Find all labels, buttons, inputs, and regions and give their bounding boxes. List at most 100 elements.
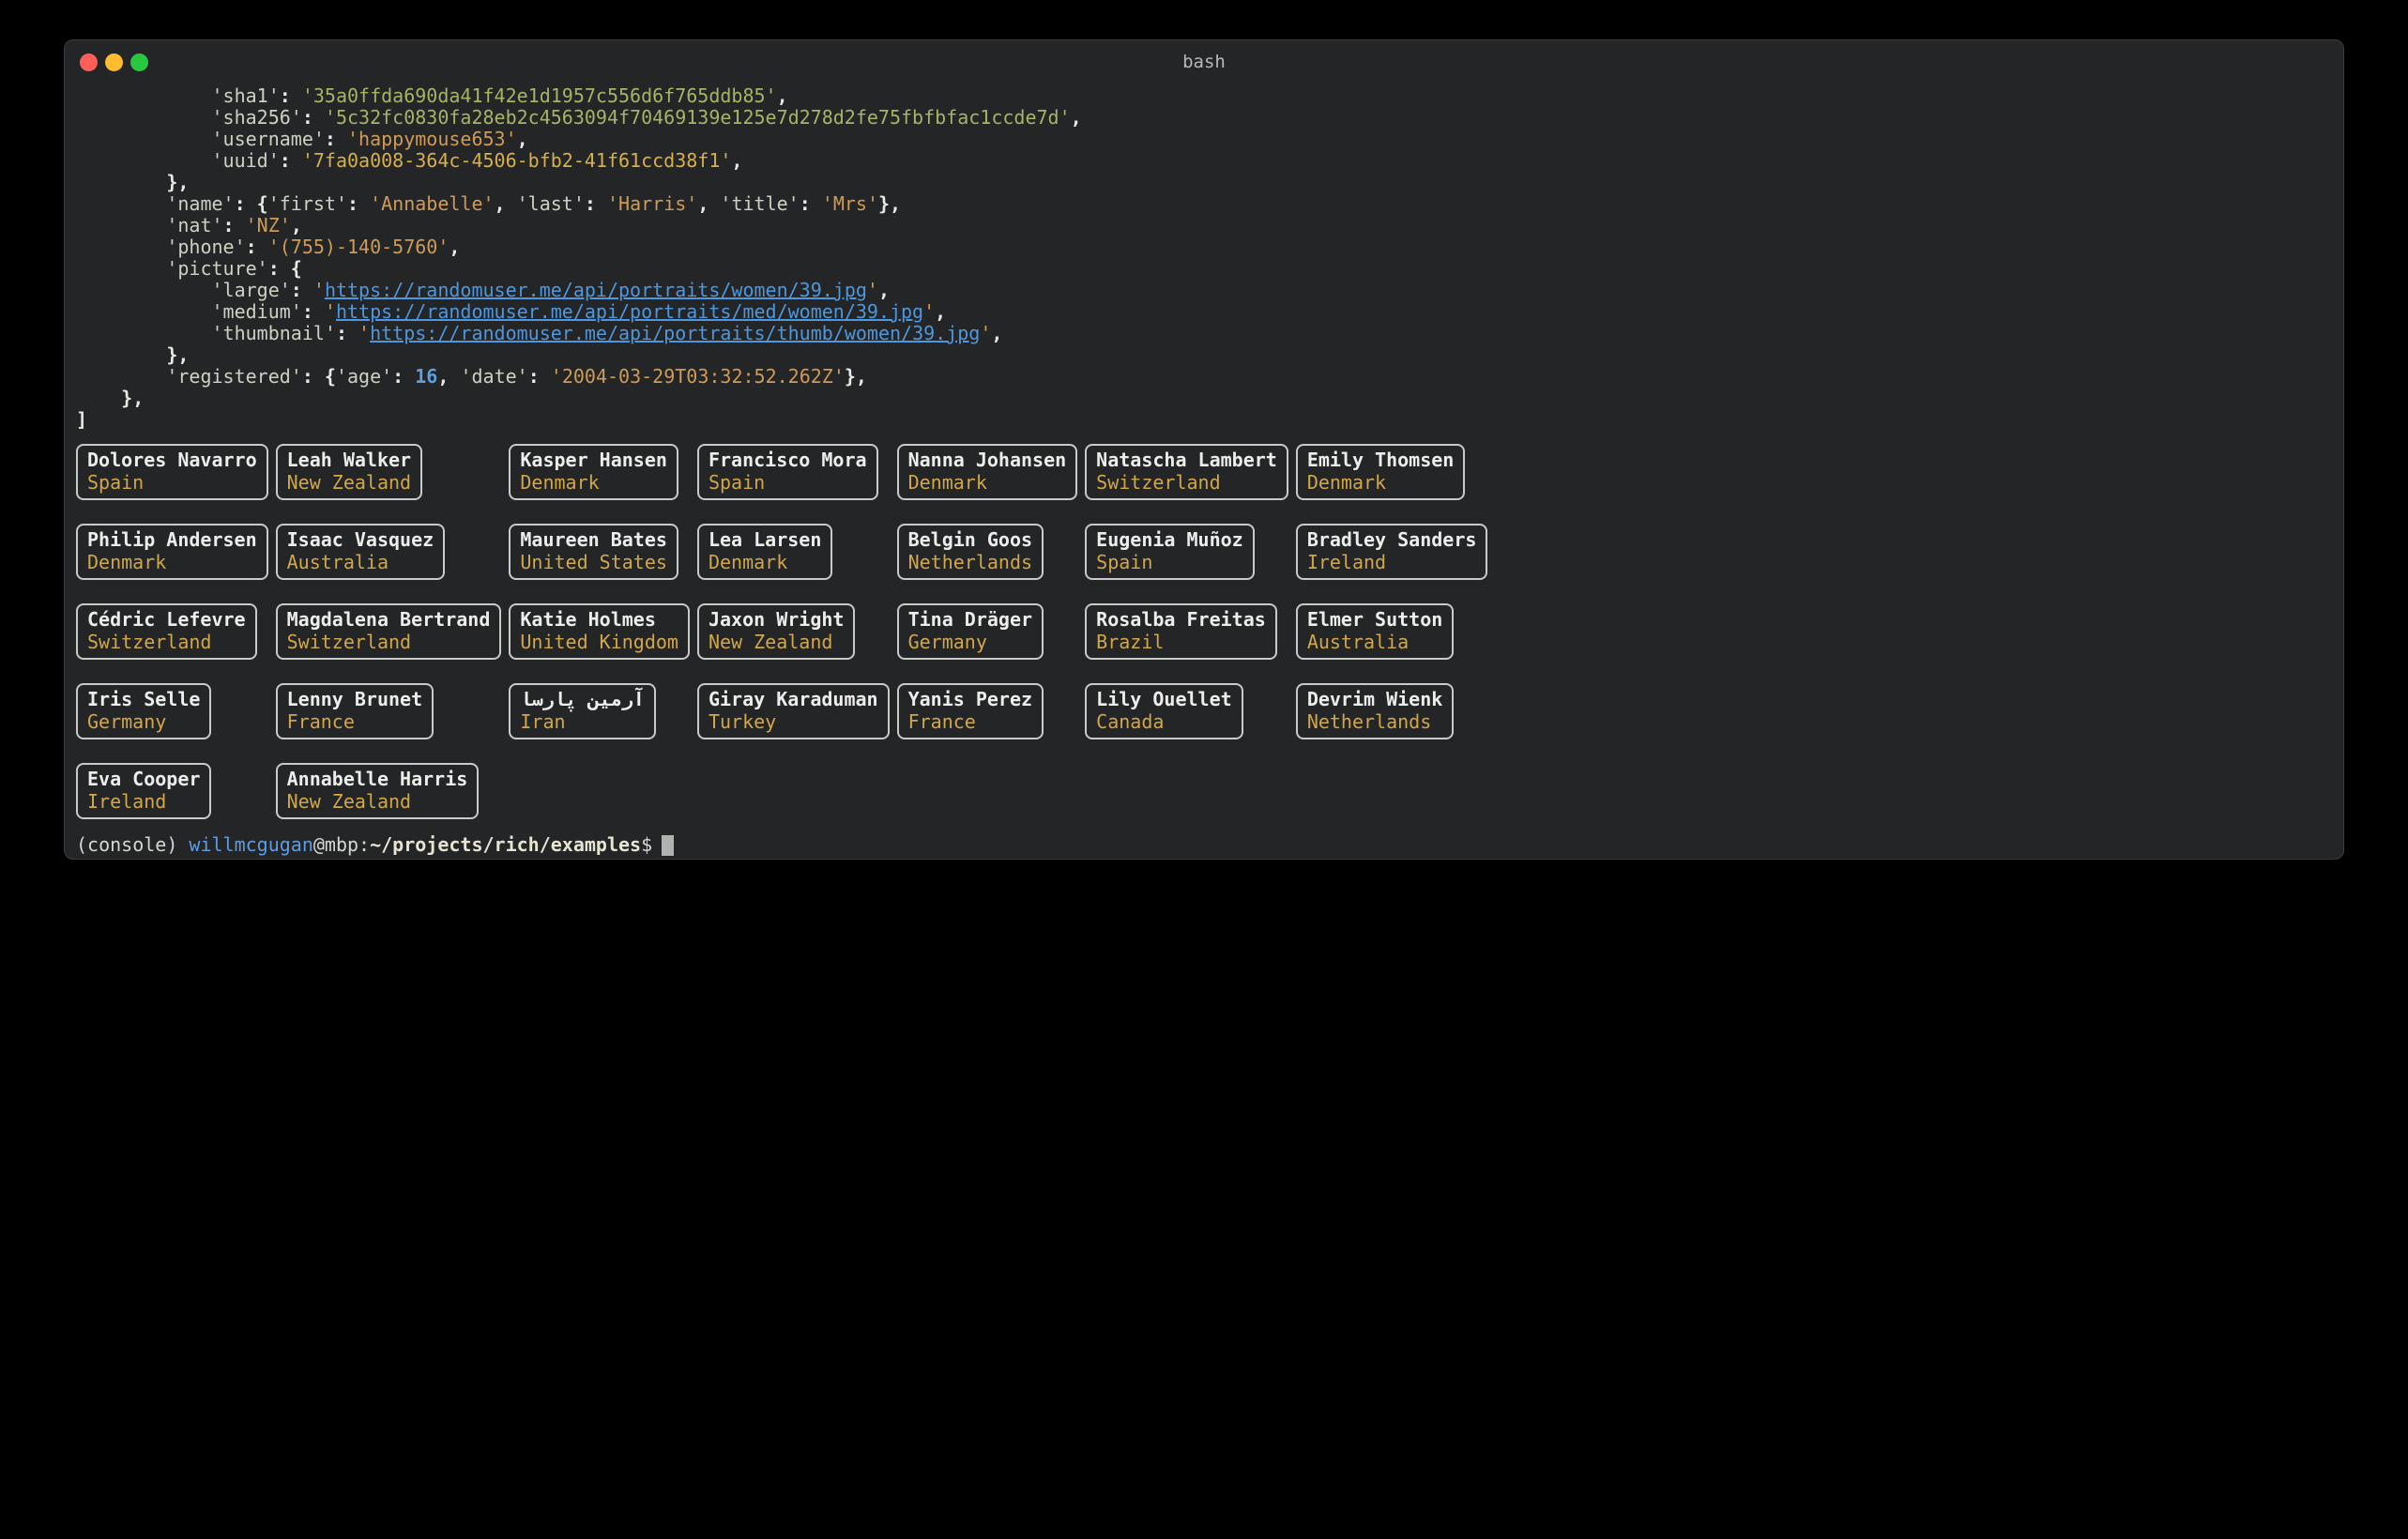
terminal-text-segment: 'thumbnail' [211,322,336,344]
user-panel: Emily Thomsen Denmark [1295,444,1466,500]
terminal-url-link[interactable]: https://randomuser.me/api/portraits/med/… [336,300,923,323]
user-panel: Dolores Navarro Spain [76,444,268,500]
terminal-text-segment: 'username' [211,128,325,150]
terminal-line: }, [76,388,2343,409]
user-panel: Yanis Perez France [896,683,1044,739]
terminal-line: 'username': 'happymouse653', [76,129,2343,150]
terminal-line: 'registered': {'age': 16, 'date': '2004-… [76,366,2343,388]
user-panel: Iris Selle Germany [76,683,212,739]
terminal-line: 'uuid': '7fa0a008-364c-4506-bfb2-41f61cc… [76,150,2343,172]
terminal-text-segment: }, [121,387,145,409]
user-name: Iris Selle [87,688,201,710]
window-title: bash [1182,52,1226,72]
terminal-text-segment: : [245,236,268,258]
user-name: Emily Thomsen [1306,449,1455,471]
user-country: Spain [87,471,145,494]
terminal-text-segment: , [935,300,947,323]
terminal-text-segment: , [437,365,461,388]
terminal-text-segment: , [776,84,788,107]
user-country: Ireland [87,790,167,813]
terminal-line: 'nat': 'NZ', [76,215,2343,236]
terminal-text-segment: '35a0ffda690da41f42e1d1957c556d6f765ddb8… [301,84,777,107]
terminal-text-segment: 16 [415,365,438,388]
terminal-text-segment: }, [166,343,190,366]
user-panel: Tina Dräger Germany [896,603,1044,660]
terminal-text-segment: 'name' [166,192,235,215]
terminal-text-segment: '5c32fc0830fa28eb2c4563094f70469139e125e… [324,106,1071,129]
user-name: Rosalba Freitas [1096,608,1266,631]
terminal-text-segment: 'medium' [211,300,302,323]
terminal-text-segment: 'title' [720,192,800,215]
terminal-text-segment: : { [267,257,302,280]
terminal-url-link[interactable]: https://randomuser.me/api/portraits/thum… [370,322,980,344]
user-country: Netherlands [907,551,1033,573]
terminal-text-segment: : { [301,365,336,388]
user-name: Maureen Bates [520,528,667,551]
terminal-text-segment: : [584,192,607,215]
user-country: Turkey [708,710,777,733]
terminal-url-link[interactable]: https://randomuser.me/api/portraits/wome… [325,279,867,301]
user-country: Canada [1096,710,1165,733]
user-name: Magdalena Bertrand [286,608,491,631]
terminal-text-segment: : [324,128,348,150]
user-panel: Francisco Mora Spain [696,444,878,500]
user-panel: Eva Cooper Ireland [76,763,212,819]
user-country: Germany [87,710,167,733]
terminal-text-segment: , [731,149,743,172]
user-panel: Bradley Sanders Ireland [1295,524,1488,580]
user-panel: Kasper Hansen Denmark [509,444,678,500]
terminal-text-segment: 'NZ' [245,214,291,236]
terminal-text-segment: : [290,279,313,301]
terminal-text-segment: '2004-03-29T03:32:52.262Z' [550,365,845,388]
user-name: Philip Andersen [87,528,257,551]
user-name: Nanna Johansen [907,449,1067,471]
traffic-lights [80,40,148,84]
user-name: آرمین پارسا [520,688,645,710]
user-country: France [907,710,976,733]
user-panel: Philip Andersen Denmark [76,524,268,580]
user-name: Devrim Wienk [1306,688,1443,710]
terminal-window: bash 'sha1': '35a0ffda690da41f42e1d1957c… [64,39,2344,860]
user-name: Katie Holmes [520,608,656,631]
user-name: Giray Karaduman [708,688,878,710]
user-name: Leah Walker [286,449,412,471]
user-country: Ireland [1306,551,1387,573]
user-panel: Lea Larsen Denmark [696,524,833,580]
user-name: Bradley Sanders [1306,528,1477,551]
terminal-text-segment: 'date' [460,365,528,388]
terminal-line: }, [76,172,2343,193]
terminal-text-segment: 'last' [516,192,585,215]
user-name: Natascha Lambert [1096,449,1277,471]
user-panel: Katie Holmes United Kingdom [509,603,690,660]
user-panel: Lily Ouellet Canada [1085,683,1243,739]
close-button[interactable] [80,53,98,71]
user-name: Dolores Navarro [87,449,257,471]
terminal-text-segment: 'happymouse653' [347,128,517,150]
zoom-button[interactable] [130,53,148,71]
user-country: Spain [708,471,766,494]
user-country: Denmark [87,551,167,573]
titlebar[interactable]: bash [65,40,2343,84]
prompt-path: ~/projects/rich/examples [370,833,642,856]
user-name: Elmer Sutton [1306,608,1443,631]
user-name: Eugenia Muñoz [1096,528,1243,551]
minimize-button[interactable] [105,53,123,71]
user-panel: Magdalena Bertrand Switzerland [275,603,502,660]
terminal-text-segment: : [527,365,551,388]
user-country: Spain [1096,551,1153,573]
prompt-dollar: $ [641,833,653,856]
user-name: Belgin Goos [907,528,1033,551]
terminal-content[interactable]: 'sha1': '35a0ffda690da41f42e1d1957c556d6… [65,84,2343,856]
terminal-text-segment: '7fa0a008-364c-4506-bfb2-41f61ccd38f1' [301,149,732,172]
terminal-text-segment: : [279,149,302,172]
user-country: Switzerland [286,631,412,653]
user-country: Denmark [708,551,788,573]
terminal-text-segment: : [301,300,325,323]
user-country: Germany [907,631,987,653]
